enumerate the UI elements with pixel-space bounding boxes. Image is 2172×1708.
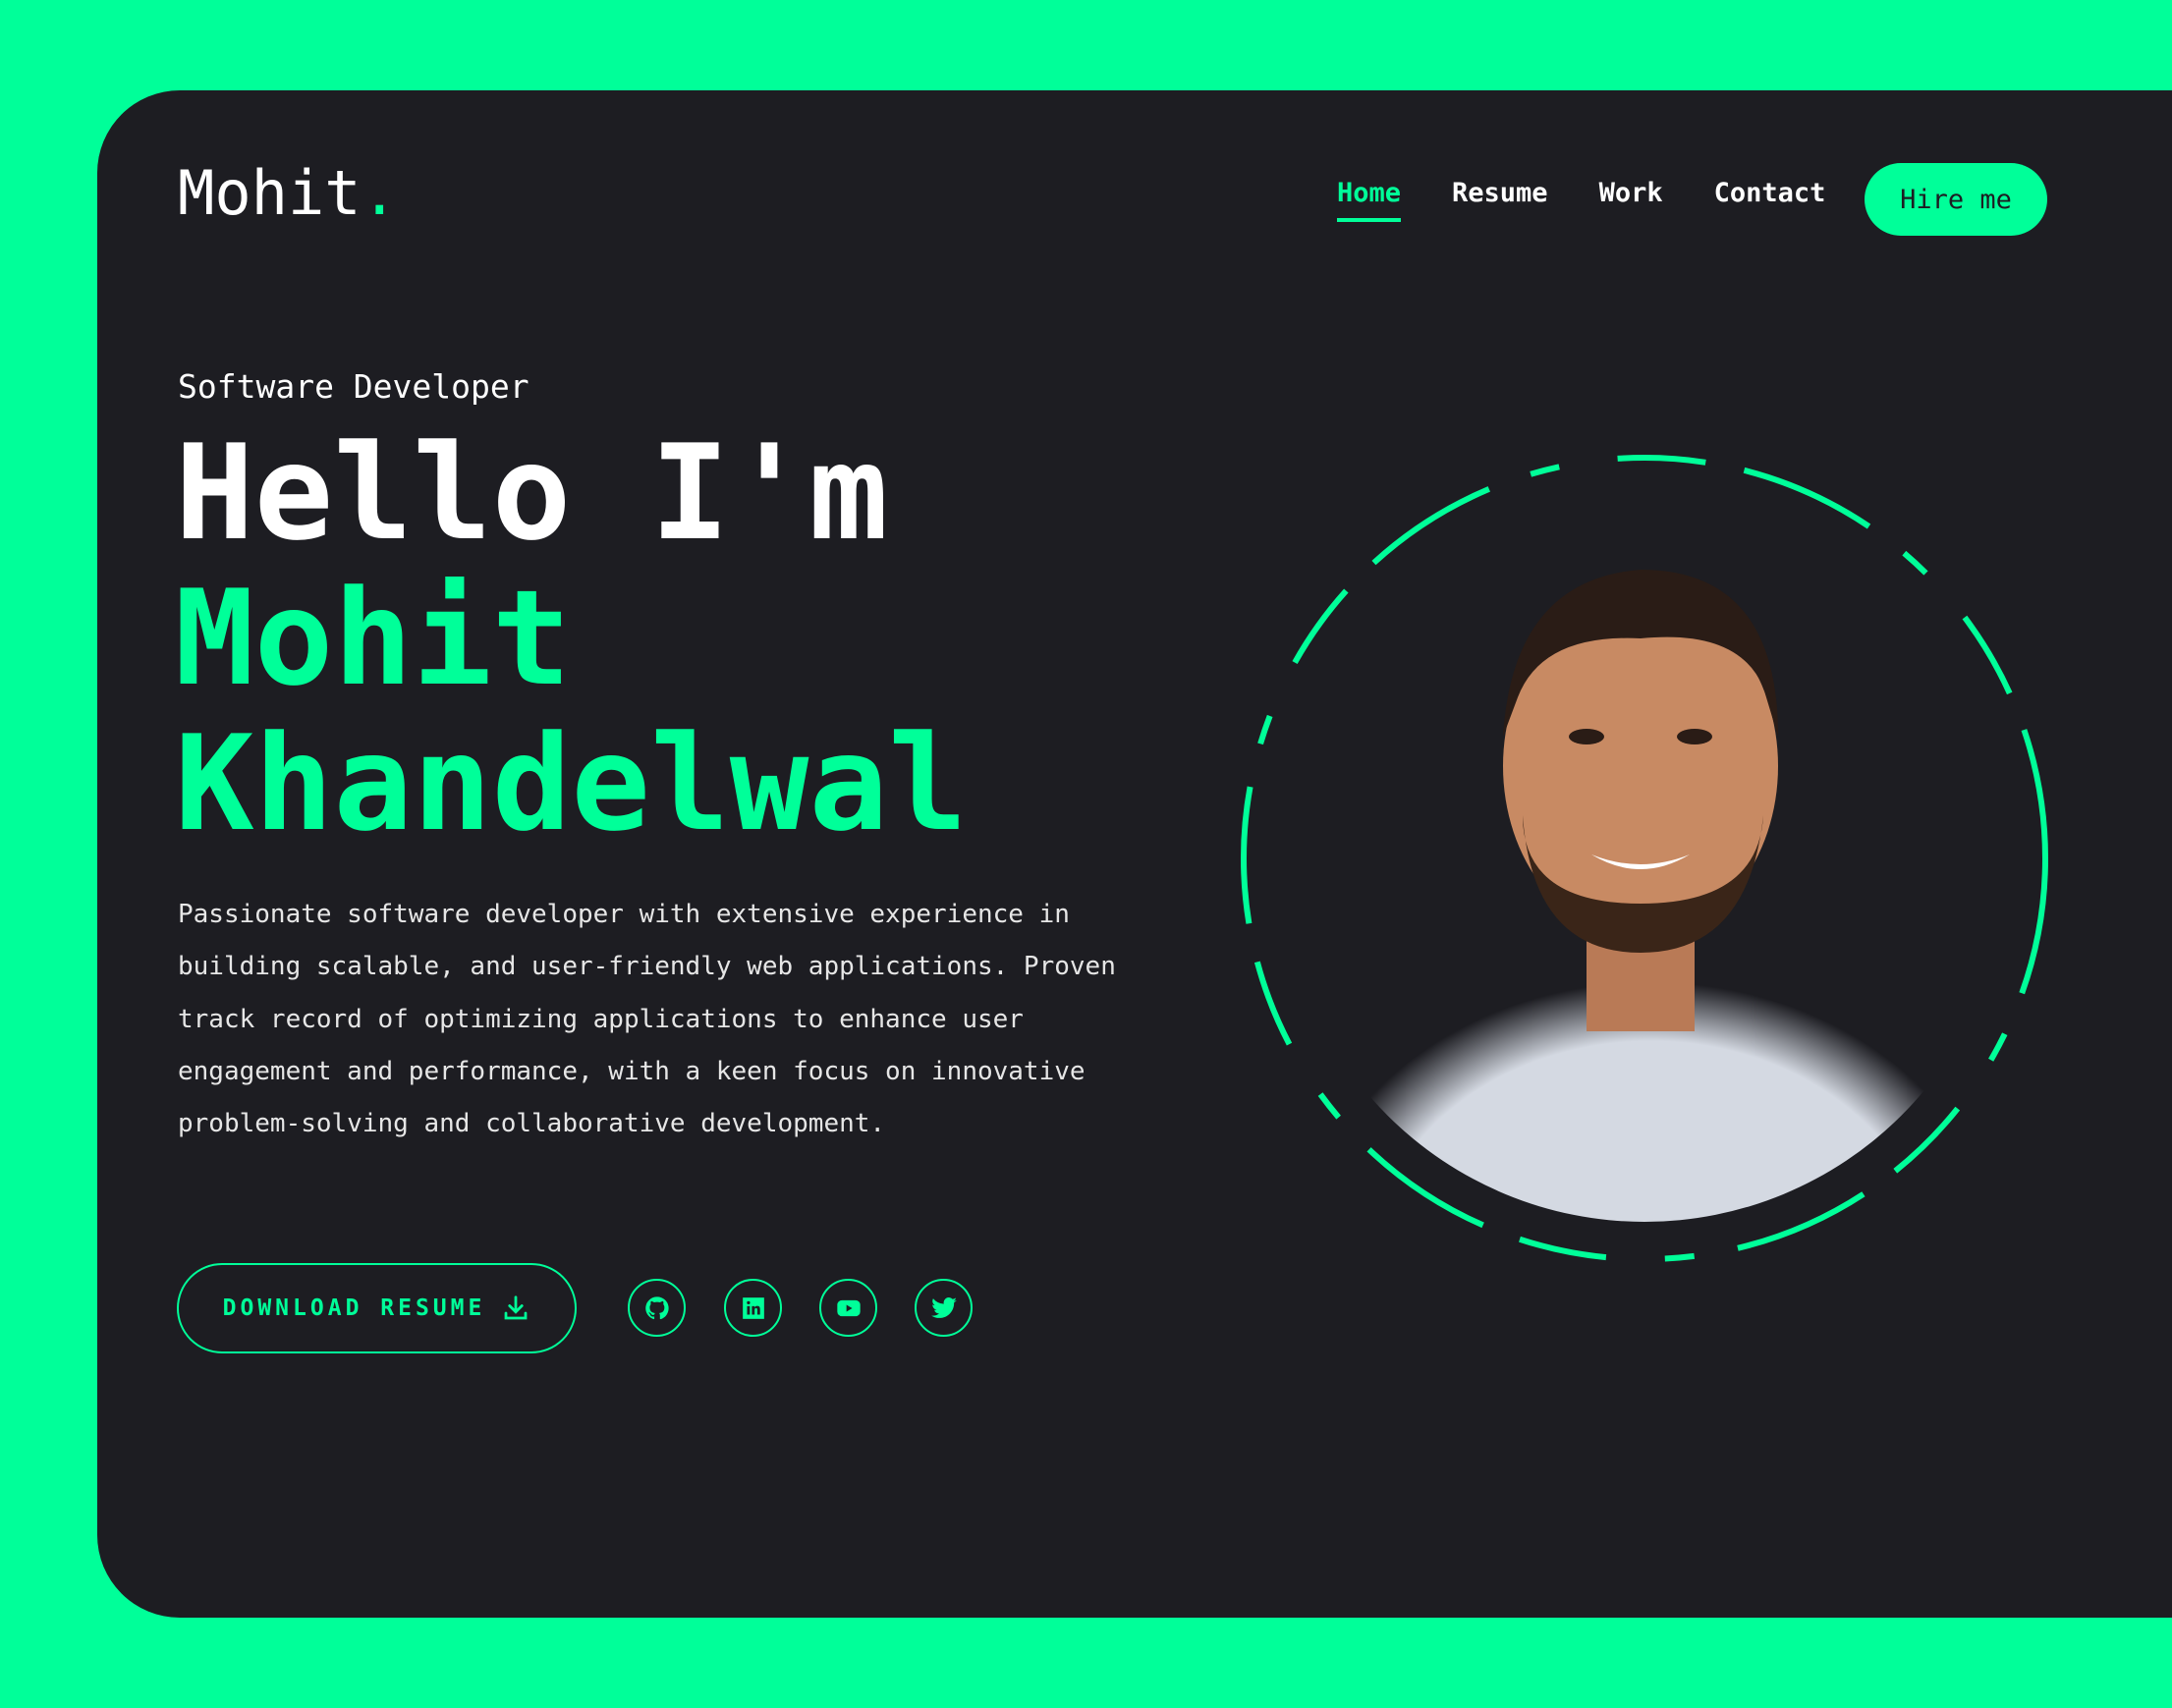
hero-description: Passionate software developer with exten… xyxy=(178,900,1116,1139)
github-icon xyxy=(644,1295,669,1319)
download-icon xyxy=(504,1295,528,1320)
logo-dot: . xyxy=(361,157,398,229)
profile-portrait xyxy=(1241,455,2048,1262)
nav-contact[interactable]: Contact xyxy=(1714,178,1826,208)
linkedin-link[interactable] xyxy=(724,1279,782,1337)
download-label: DOWNLOAD RESUME xyxy=(222,1295,486,1321)
youtube-icon xyxy=(836,1299,861,1316)
logo-text: Mohit xyxy=(178,157,362,229)
logo[interactable]: Mohit. xyxy=(178,157,398,229)
name-last: Khandelwal xyxy=(175,707,968,860)
github-link[interactable] xyxy=(628,1279,686,1337)
name-first: Mohit xyxy=(175,562,572,715)
hero-title: Hello I'm Mohit Khandelwal xyxy=(175,420,968,856)
nav-home[interactable]: Home xyxy=(1337,178,1402,222)
youtube-link[interactable] xyxy=(819,1279,877,1337)
hero-subtitle: Software Developer xyxy=(178,367,529,406)
greeting: Hello I'm xyxy=(175,416,889,570)
nav-resume[interactable]: Resume xyxy=(1452,178,1548,208)
twitter-link[interactable] xyxy=(915,1279,973,1337)
twitter-icon xyxy=(930,1296,957,1318)
download-resume-button[interactable]: DOWNLOAD RESUME xyxy=(177,1263,577,1353)
linkedin-icon xyxy=(742,1296,764,1319)
main-nav: Home Resume Work Contact xyxy=(1337,178,1826,222)
hire-me-button[interactable]: Hire me xyxy=(1865,163,2047,236)
nav-work[interactable]: Work xyxy=(1599,178,1663,208)
